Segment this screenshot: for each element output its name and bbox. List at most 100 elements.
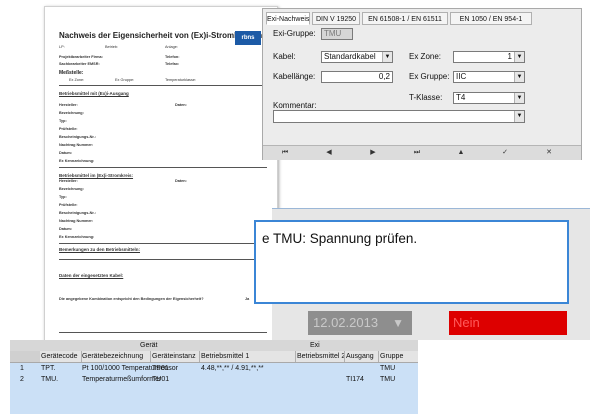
doc-field: Ex Kennzeichnung: bbox=[59, 159, 95, 163]
tab-en-61508[interactable]: EN 61508-1 / EN 61511 bbox=[362, 12, 448, 25]
chevron-down-icon: ▼ bbox=[514, 72, 524, 82]
confirm-icon[interactable]: ✓ bbox=[483, 148, 527, 158]
row-number: 2 bbox=[20, 376, 24, 383]
status-field[interactable]: Nein bbox=[449, 311, 567, 335]
last-record-icon[interactable]: ⏭ bbox=[395, 148, 439, 158]
doc-field: Datum: bbox=[59, 227, 73, 231]
doc-field: Nachtrag Nummer: bbox=[59, 143, 94, 147]
exgruppe-select[interactable]: IIC ▼ bbox=[453, 71, 525, 83]
doc-section-1: Betriebsmittel mit (Ex)i-Ausgang bbox=[59, 91, 129, 96]
doc-field: Datum: bbox=[59, 151, 73, 155]
column-separator bbox=[344, 351, 345, 362]
column-separator bbox=[378, 351, 379, 362]
tklasse-select[interactable]: T4 ▼ bbox=[453, 92, 525, 104]
cell-ausgang: TI174 bbox=[346, 376, 364, 383]
column-separator bbox=[81, 351, 82, 362]
exzone-label: Ex Zone: bbox=[409, 52, 442, 61]
doc-result-value: Ja bbox=[245, 297, 250, 301]
doc-field: Typ: bbox=[59, 119, 67, 123]
doc-field: Typ: bbox=[59, 195, 67, 199]
col-geraeteinstanz[interactable]: Geräteinstanz bbox=[152, 351, 196, 362]
doc-telefax-label: Telefax: bbox=[165, 62, 180, 66]
exgruppe-value: IIC bbox=[456, 72, 467, 81]
chevron-down-icon: ▼ bbox=[382, 52, 392, 62]
doc-field: Prüfstelle: bbox=[59, 127, 78, 131]
date-value: 12.02.2013 bbox=[313, 315, 379, 330]
doc-field: Bescheinigungs-Nr.: bbox=[59, 211, 96, 215]
chevron-down-icon: ▼ bbox=[392, 316, 404, 330]
cell-gruppe: TMU bbox=[380, 365, 396, 372]
chevron-down-icon: ▼ bbox=[514, 93, 524, 103]
col-ausgang[interactable]: Ausgang bbox=[346, 351, 374, 362]
doc-divider bbox=[59, 167, 267, 168]
grid-column-header: Gerätecode Gerätebezeichnung Geräteinsta… bbox=[10, 351, 418, 363]
doc-field: Nachtrag Nummer: bbox=[59, 219, 94, 223]
post-edit-icon[interactable]: ▲ bbox=[439, 148, 483, 158]
doc-divider bbox=[59, 85, 267, 86]
date-dropdown[interactable]: 12.02.2013 ▼ bbox=[308, 311, 412, 335]
doc-sach-label: Sachbearbeiter EMSR: bbox=[59, 62, 100, 66]
doc-divider bbox=[59, 243, 267, 244]
kabel-select[interactable]: Standardkabel ▼ bbox=[321, 51, 393, 63]
prev-record-icon[interactable]: ◀ bbox=[307, 148, 351, 158]
doc-anlage-label: Anlage: bbox=[165, 45, 178, 49]
tab-en-1050[interactable]: EN 1050 / EN 954-1 bbox=[450, 12, 532, 25]
kabellaenge-input[interactable]: 0,2 bbox=[321, 71, 393, 83]
doc-section-2: Betriebsmittel im (Ex)i-Stromkreis: bbox=[59, 173, 134, 178]
doc-betrieb-label: Betrieb: bbox=[105, 45, 119, 49]
cancel-icon[interactable]: ✕ bbox=[527, 148, 571, 158]
cell-bm1: 4.48,**,** / 4.91,**,** bbox=[201, 365, 264, 372]
kabel-label: Kabel: bbox=[273, 52, 296, 61]
doc-exgruppe-label: Ex Gruppe: bbox=[115, 78, 135, 82]
doc-field: Bescheinigungs-Nr.: bbox=[59, 135, 96, 139]
column-separator bbox=[295, 351, 296, 362]
row-number: 1 bbox=[20, 365, 24, 372]
chevron-down-icon: ▼ bbox=[514, 52, 524, 62]
cell-gruppe: TMU bbox=[380, 376, 396, 383]
doc-divider bbox=[59, 259, 267, 260]
tklasse-label: T-Klasse: bbox=[409, 93, 443, 102]
kommentar-field[interactable]: ▼ bbox=[273, 110, 525, 123]
doc-field: Hersteller: bbox=[59, 179, 78, 183]
col-betriebsmittel-2[interactable]: Betriebsmittel 2 bbox=[297, 351, 345, 362]
doc-messstelle-label: Meßstelle: bbox=[59, 70, 84, 76]
column-separator bbox=[150, 351, 151, 362]
cell-instanz: TP01 bbox=[152, 365, 169, 372]
document-title: Nachweis der Eigensicherheit von (Ex)i-S… bbox=[59, 31, 263, 40]
table-row[interactable]: 2 TMU. Temperaturmeßumformer TU01 TI174 … bbox=[10, 374, 418, 385]
exi-grid: Gerät Exi Gerätecode Gerätebezeichnung G… bbox=[10, 340, 418, 414]
exzone-select[interactable]: 1 ▼ bbox=[453, 51, 525, 63]
row-indicator-header bbox=[10, 351, 40, 362]
exzone-value: 1 bbox=[507, 52, 512, 61]
col-geraetecode[interactable]: Gerätecode bbox=[41, 351, 78, 362]
doc-lp-label: LP: bbox=[59, 45, 65, 49]
first-record-icon[interactable]: ⏮ bbox=[263, 148, 307, 158]
doc-telefon-label: Telefon: bbox=[165, 55, 180, 59]
next-record-icon[interactable]: ▶ bbox=[351, 148, 395, 158]
tab-exi-nachweis[interactable]: Exi-Nachweis bbox=[266, 12, 310, 25]
doc-divider bbox=[59, 332, 267, 333]
exi-gruppe-label: Exi-Gruppe: bbox=[273, 29, 316, 38]
col-betriebsmittel-1[interactable]: Betriebsmittel 1 bbox=[201, 351, 249, 362]
record-navigator: ⏮ ◀ ▶ ⏭ ▲ ✓ ✕ bbox=[263, 145, 581, 160]
doc-field: Prüfstelle: bbox=[59, 203, 78, 207]
company-logo: rbns bbox=[235, 31, 261, 45]
cell-code: TMU. bbox=[41, 376, 59, 383]
doc-section-3: Bemerkungen zu den Betriebsmitteln: bbox=[59, 247, 141, 252]
table-row[interactable]: 1 TPT. Pt 100/1000 Temperatursensor TP01… bbox=[10, 363, 418, 374]
doc-exzone-label: Ex Zone: bbox=[69, 78, 85, 82]
col-geraetebezeichnung[interactable]: Gerätebezeichnung bbox=[82, 351, 143, 362]
tab-din-v-19250[interactable]: DIN V 19250 bbox=[312, 12, 360, 25]
cell-bezeichnung: Temperaturmeßumformer bbox=[82, 376, 162, 383]
group-header-geraet: Gerät bbox=[140, 342, 158, 349]
doc-section-4: Daten der eingesetzten Kabel: bbox=[59, 273, 124, 278]
message-text: e TMU: Spannung prüfen. bbox=[262, 231, 418, 246]
doc-daten-label-1: Daten: bbox=[175, 103, 187, 107]
doc-field: Bezeichnung: bbox=[59, 187, 84, 191]
exi-gruppe-field: TMU bbox=[321, 28, 353, 40]
doc-daten-label-2: Daten: bbox=[175, 179, 187, 183]
tklasse-value: T4 bbox=[456, 93, 466, 102]
col-gruppe[interactable]: Gruppe bbox=[380, 351, 403, 362]
document-preview: Nachweis der Eigensicherheit von (Ex)i-S… bbox=[44, 6, 278, 348]
detail-panel-divider bbox=[272, 208, 590, 209]
